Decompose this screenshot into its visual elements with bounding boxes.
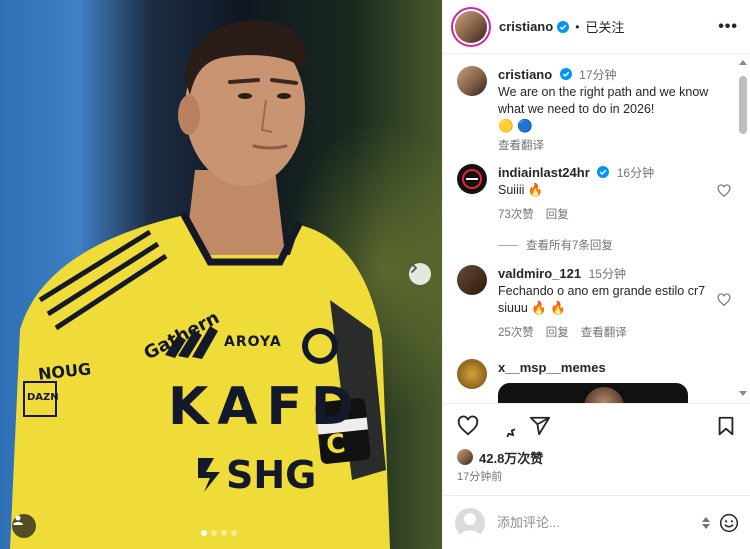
comment-item: indiainlast24hr 16分钟 Suiiii 🔥 73次赞 回复 [457,164,731,224]
verified-icon [557,20,570,33]
comment-time[interactable]: 15分钟 [589,267,626,281]
scroll-down-arrow[interactable] [739,391,747,396]
avatar[interactable] [457,66,487,96]
author-avatar[interactable] [455,10,487,43]
heart-icon[interactable] [717,184,731,198]
comment-item: valdmiro_121 15分钟 Fechando o ano em gran… [457,265,731,342]
pagination-dot [211,530,217,536]
comment-username[interactable]: cristiano [498,67,552,82]
svg-text:SHG: SHG [226,453,316,497]
comment-text: We are on the right path and we know wha… [498,85,709,116]
up-down-arrows-icon [702,516,710,529]
verified-icon [597,166,610,178]
default-avatar-icon [459,512,481,538]
svg-text:DAZN: DAZN [27,392,59,403]
preview-face [584,387,624,403]
chevron-right-icon [411,263,418,273]
pagination-dot [231,530,237,536]
liker-avatar[interactable] [457,449,473,465]
reply-button[interactable]: 回复 [546,207,569,224]
scroll-thumb[interactable] [739,76,747,134]
input-resize-handle[interactable] [701,516,711,530]
divider [498,244,518,246]
photo-pagination-dots [201,530,237,536]
comment-text: Fechando o ano em grande estilo cr7 siuu… [498,284,706,315]
svg-text:AROYA: AROYA [224,334,282,350]
comment-item: x__msp__memes [457,359,715,389]
player-illustration: C Gathern AROYA KAFD SHG NOUG DAZN [10,20,390,549]
post-timestamp[interactable]: 17分钟前 [443,466,750,484]
comment-username[interactable]: indiainlast24hr [498,165,590,180]
comment-likes[interactable]: 25次赞 [498,325,534,342]
more-options-button[interactable]: ••• [718,18,738,36]
post-header: cristiano • 已关注 ••• [443,0,750,54]
next-photo-button[interactable] [409,263,431,285]
comment-icon[interactable] [493,415,515,437]
likes-row: 42.8万次赞 [443,448,750,466]
avatar[interactable] [457,164,487,194]
post-actions: 42.8万次赞 17分钟前 [443,403,750,484]
comment-input[interactable] [497,515,667,530]
jersey-sponsor-main: KAFD [168,377,363,437]
tagged-users-button[interactable] [12,514,36,538]
comments-scrollbar[interactable] [738,58,748,398]
emoji-icon[interactable] [719,513,739,533]
person-icon [13,515,23,525]
brand-logo-icon [462,169,482,189]
comments-list: cristiano 17分钟 We are on the right path … [443,55,750,403]
likes-count[interactable]: 42.8万次赞 [479,448,543,467]
post-sidebar: cristiano • 已关注 ••• cristiano 17分钟 We ar… [442,0,750,549]
comment-emoji: 🟡 🔵 [498,119,533,133]
avatar[interactable] [457,265,487,295]
see-translation-link[interactable]: 查看翻译 [581,325,627,342]
pagination-dot [221,530,227,536]
current-user-avatar [455,507,485,538]
follow-status[interactable]: 已关注 [585,17,624,36]
comment-username[interactable]: valdmiro_121 [498,266,581,281]
pagination-dot [201,530,207,536]
add-comment-bar [443,495,750,549]
comment-time[interactable]: 16分钟 [617,166,654,180]
like-heart-icon[interactable] [457,415,479,437]
share-icon[interactable] [529,415,551,437]
comment-image-preview[interactable] [498,383,688,403]
view-replies-link[interactable]: 查看所有7条回复 [498,237,613,253]
comment-time[interactable]: 17分钟 [579,68,616,82]
see-translation-link[interactable]: 查看翻译 [498,138,715,155]
heart-icon[interactable] [717,293,731,307]
ear [178,95,200,135]
post-photo: C Gathern AROYA KAFD SHG NOUG DAZN [0,0,442,549]
comment-username[interactable]: x__msp__memes [498,360,606,375]
verified-icon [559,68,572,80]
scroll-up-arrow[interactable] [739,60,747,65]
save-bookmark-icon[interactable] [715,415,737,437]
reply-button[interactable]: 回复 [546,325,569,342]
view-replies-label[interactable]: 查看所有7条回复 [526,237,613,253]
comment-text: Suiiii 🔥 [498,183,544,197]
author-username[interactable]: cristiano [499,19,553,34]
separator-dot: • [575,19,580,34]
avatar[interactable] [457,359,487,389]
comment-likes[interactable]: 73次赞 [498,207,534,224]
caption-comment: cristiano 17分钟 We are on the right path … [457,66,715,155]
